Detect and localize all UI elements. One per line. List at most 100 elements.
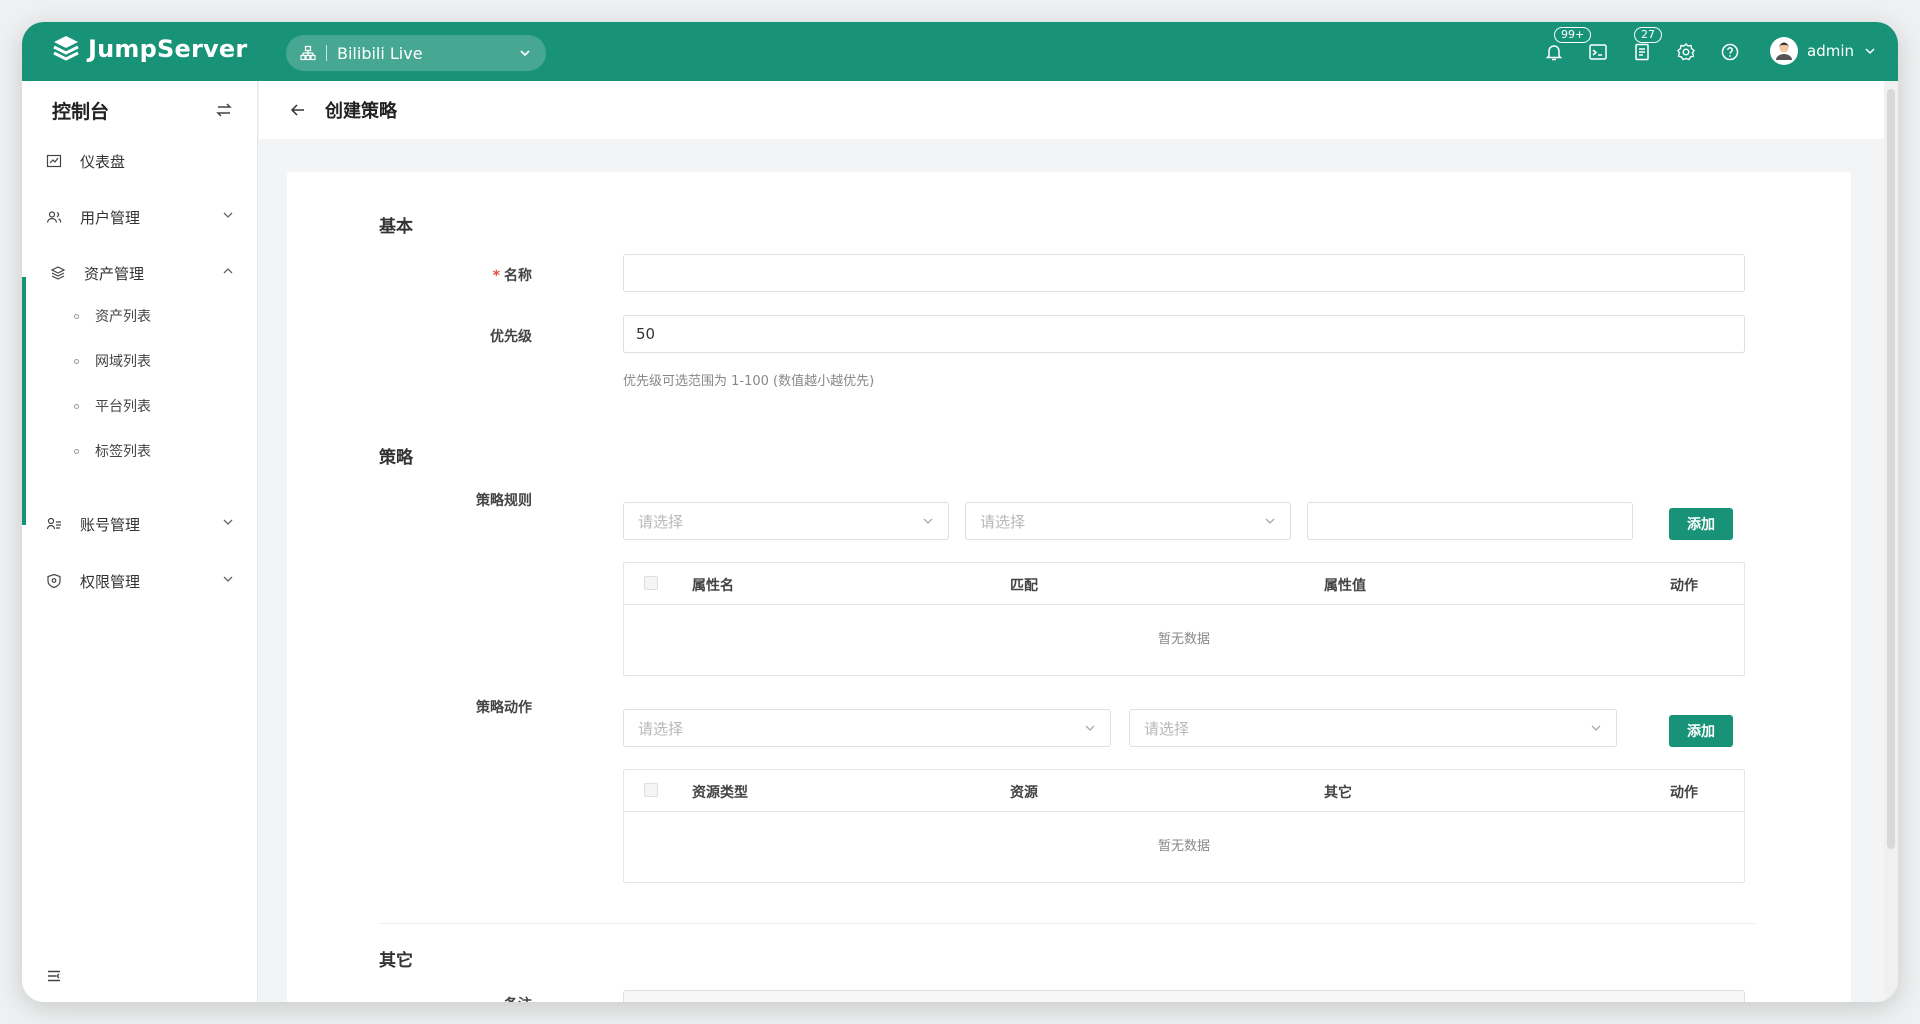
jumpserver-logo-icon xyxy=(53,36,79,61)
empty-text: 暂无数据 xyxy=(1157,632,1210,647)
notification-button[interactable]: 99+ xyxy=(1544,27,1592,62)
name-label: * 名称 xyxy=(287,265,532,285)
chevron-down-icon xyxy=(923,518,933,524)
action-table: 资源类型 资源 其它 动作 暂无数据 xyxy=(623,769,1745,883)
sidebar-item-assets[interactable]: 资产管理 xyxy=(22,251,258,295)
select-placeholder: 请选择 xyxy=(980,512,1026,531)
comment-textarea[interactable] xyxy=(623,990,1745,1002)
chevron-down-icon xyxy=(1085,725,1095,731)
app-window: JumpServer Bilibili Live 99+ 27 admin 控制… xyxy=(22,22,1898,1002)
account-icon xyxy=(46,517,61,530)
action-resource-type-select[interactable]: 请选择 xyxy=(623,709,1111,747)
bell-icon xyxy=(1545,45,1563,61)
chevron-down-icon xyxy=(223,212,233,218)
sidebar-item-label: 账号管理 xyxy=(80,515,141,534)
org-divider xyxy=(326,45,327,61)
layers-icon xyxy=(50,266,66,280)
user-menu[interactable]: admin xyxy=(1770,37,1876,65)
sidebar-subitem-platform-list[interactable]: 平台列表 xyxy=(22,386,258,426)
sidebar-item-permissions[interactable]: 权限管理 xyxy=(22,559,258,603)
bullet-icon xyxy=(74,448,79,454)
users-icon xyxy=(46,211,62,223)
notification-badge: 99+ xyxy=(1554,27,1592,43)
select-placeholder: 请选择 xyxy=(1144,719,1190,738)
select-all-checkbox[interactable] xyxy=(644,576,658,590)
name-input[interactable] xyxy=(623,254,1745,292)
sidebar-subitem-label: 标签列表 xyxy=(95,444,151,460)
chevron-down-icon xyxy=(520,50,530,57)
chevron-down-icon xyxy=(1591,725,1601,731)
section-title-basic: 基本 xyxy=(379,217,413,237)
page-title: 创建策略 xyxy=(325,101,397,122)
help-icon xyxy=(1721,43,1739,61)
priority-input[interactable]: 50 xyxy=(623,315,1745,353)
add-rule-button[interactable]: 添加 xyxy=(1669,508,1733,540)
required-mark: * xyxy=(492,268,500,284)
name-label-text: 名称 xyxy=(504,268,532,284)
policy-form-card: 基本 * 名称 优先级 50 优先级可选范围为 1-100 (数值越小越优先) 策… xyxy=(287,172,1851,1002)
sidebar-item-users[interactable]: 用户管理 xyxy=(22,195,258,239)
column-header: 资源 xyxy=(1010,785,1038,801)
sidebar-title: 控制台 xyxy=(52,100,110,123)
select-all-checkbox[interactable] xyxy=(644,783,658,797)
column-header: 动作 xyxy=(1670,785,1698,801)
sidebar-subitem-label: 网域列表 xyxy=(95,354,151,370)
bullet-icon xyxy=(74,403,79,409)
terminal-button[interactable] xyxy=(1588,42,1608,62)
page-scrollbar[interactable] xyxy=(1884,81,1898,1002)
section-title-other: 其它 xyxy=(379,951,413,971)
rule-label: 策略规则 xyxy=(476,493,532,509)
switch-view-icon[interactable] xyxy=(215,101,233,119)
gear-icon xyxy=(1677,43,1695,61)
rule-value-input[interactable] xyxy=(1307,502,1633,540)
sidebar-item-dashboard[interactable]: 仪表盘 xyxy=(22,139,258,183)
back-arrow-icon[interactable] xyxy=(289,101,307,119)
chevron-down-icon xyxy=(1865,48,1875,55)
empty-text: 暂无数据 xyxy=(1157,839,1210,854)
chevron-down-icon xyxy=(1265,518,1275,524)
comment-label: 备注 xyxy=(287,994,532,1002)
page-header: 创建策略 xyxy=(259,81,1884,139)
collapse-sidebar-icon[interactable] xyxy=(46,968,62,984)
select-placeholder: 请选择 xyxy=(638,512,684,531)
shield-icon xyxy=(47,573,61,589)
column-header: 资源类型 xyxy=(692,785,748,801)
brand-logo[interactable]: JumpServer xyxy=(52,34,247,64)
help-button[interactable] xyxy=(1720,42,1740,62)
org-selector[interactable]: Bilibili Live xyxy=(286,35,546,71)
org-name: Bilibili Live xyxy=(337,43,423,63)
column-header: 属性值 xyxy=(1324,578,1366,594)
sidebar-subitem-domain-list[interactable]: 网域列表 xyxy=(22,341,258,381)
tickets-button[interactable]: 27 xyxy=(1632,27,1662,62)
org-icon xyxy=(300,45,316,61)
scrollbar-thumb[interactable] xyxy=(1887,89,1895,849)
column-header: 属性名 xyxy=(692,578,734,594)
priority-label: 优先级 xyxy=(490,329,532,345)
rule-attribute-select[interactable]: 请选择 xyxy=(623,502,949,540)
rule-match-select[interactable]: 请选择 xyxy=(965,502,1291,540)
sidebar-subitem-label: 资产列表 xyxy=(95,309,151,325)
sidebar-subitem-label: 平台列表 xyxy=(95,399,151,415)
settings-button[interactable] xyxy=(1676,42,1696,62)
section-title-policy: 策略 xyxy=(379,448,413,468)
sidebar-subitem-label-list[interactable]: 标签列表 xyxy=(22,431,258,471)
action-resource-select[interactable]: 请选择 xyxy=(1129,709,1617,747)
priority-hint: 优先级可选范围为 1-100 (数值越小越优先) xyxy=(623,374,875,389)
brand-name: JumpServer xyxy=(88,35,248,63)
chevron-down-icon xyxy=(223,519,233,525)
sidebar-subitem-asset-list[interactable]: 资产列表 xyxy=(22,296,258,336)
header-actions: 99+ 27 admin xyxy=(1498,22,1898,81)
terminal-icon xyxy=(1589,44,1607,60)
dashboard-icon xyxy=(46,154,62,168)
ticket-list-icon xyxy=(1635,43,1649,61)
column-header: 匹配 xyxy=(1010,578,1038,594)
column-header: 动作 xyxy=(1670,578,1698,594)
section-divider xyxy=(379,923,1755,924)
select-placeholder: 请选择 xyxy=(638,719,684,738)
chevron-down-icon xyxy=(223,576,233,582)
column-header: 其它 xyxy=(1324,785,1352,801)
avatar xyxy=(1770,37,1798,65)
sidebar-item-accounts[interactable]: 账号管理 xyxy=(22,502,258,546)
main-content: 创建策略 基本 * 名称 优先级 50 优先级可选范围为 1-100 (数值越小越… xyxy=(259,81,1898,1002)
add-action-button[interactable]: 添加 xyxy=(1669,715,1733,747)
